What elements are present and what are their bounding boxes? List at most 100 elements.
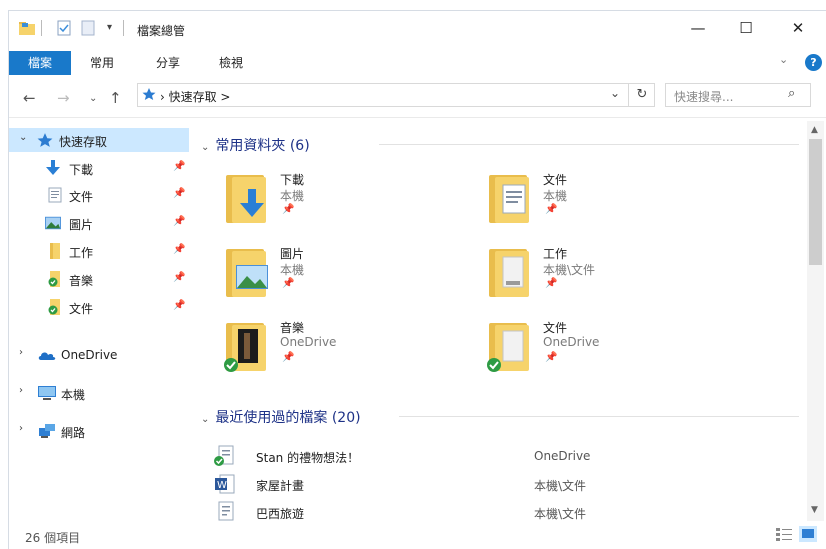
customize-toolbar-chevron-icon[interactable]: ▾ [107, 22, 112, 38]
folder-name: 音樂 [280, 321, 305, 335]
folder-icon [50, 243, 60, 259]
group-title: 常用資料夾 (6) [215, 138, 310, 154]
help-button[interactable]: ? [805, 54, 822, 71]
nav-item-onedrive[interactable]: › OneDrive [9, 343, 189, 367]
group-header-frequent[interactable]: ⌄ 常用資料夾 (6) [201, 135, 310, 155]
folder-tile-music[interactable]: 音樂 OneDrive 📌 [222, 319, 472, 385]
nav-item-onedrive-documents[interactable]: 文件 📌 [9, 295, 189, 319]
tab-view[interactable]: 檢視 [209, 51, 253, 75]
vertical-scrollbar[interactable]: ▲ ▼ [807, 121, 824, 521]
folder-location: 本機 [280, 263, 305, 277]
search-placeholder: 快速搜尋... [674, 90, 734, 104]
status-item-count: 26 個項目 [25, 531, 81, 545]
up-arrow-icon[interactable]: ↑ [109, 89, 122, 107]
refresh-icon[interactable]: ↻ [628, 84, 655, 106]
nav-item-downloads[interactable]: 下載 📌 [9, 156, 189, 180]
document-icon [218, 501, 234, 521]
expand-ribbon-chevron-icon[interactable]: ⌄ [779, 53, 788, 66]
ribbon-tabs: 檔案 常用 分享 檢視 ⌄ ? [9, 51, 826, 75]
pin-icon[interactable]: 📌 [173, 188, 185, 199]
search-box[interactable]: 快速搜尋... ⌕ [665, 83, 811, 107]
forward-arrow-icon[interactable]: → [57, 89, 70, 107]
pin-icon[interactable]: 📌 [173, 216, 185, 227]
file-location: 本機\文件 [534, 479, 587, 493]
onedrive-document-icon [214, 445, 234, 466]
pin-icon[interactable]: 📌 [173, 300, 185, 311]
pin-icon: 📌 [545, 204, 558, 215]
file-name: Stan 的禮物想法！ [256, 451, 360, 465]
nav-item-documents[interactable]: 文件 📌 [9, 183, 189, 207]
scrollbar-thumb[interactable] [809, 139, 822, 265]
folder-name: 文件 [543, 173, 568, 187]
collapse-chevron-icon[interactable]: ⌄ [201, 142, 209, 153]
nav-label: 網路 [61, 426, 86, 440]
minimize-button[interactable]: — [675, 11, 721, 45]
collapse-chevron-icon[interactable]: ⌄ [19, 132, 27, 143]
pictures-folder-icon [226, 249, 268, 297]
expand-chevron-icon[interactable]: › [19, 347, 23, 358]
folder-tile-pictures[interactable]: 圖片 本機 📌 [222, 245, 472, 311]
properties-icon[interactable] [57, 20, 71, 36]
scroll-up-arrow-icon[interactable]: ▲ [811, 125, 818, 135]
recent-file-row[interactable]: W 家屋計畫 本機\文件 [214, 471, 814, 495]
collapse-chevron-icon[interactable]: ⌄ [201, 414, 209, 425]
folder-name: 工作 [543, 247, 568, 261]
folder-tile-onedrive-documents[interactable]: 文件 OneDrive 📌 [485, 319, 735, 385]
file-name: 巴西旅遊 [256, 507, 305, 521]
expand-chevron-icon[interactable]: › [19, 423, 23, 434]
address-dropdown-chevron-icon[interactable]: ⌄ [610, 86, 620, 100]
search-icon[interactable]: ⌕ [788, 86, 795, 101]
folder-location: OneDrive [543, 335, 600, 349]
folder-location: 本機 [280, 189, 305, 203]
nav-item-music[interactable]: 音樂 📌 [9, 267, 189, 291]
title-bar: ▾ 檔案總管 — ☐ ✕ [9, 11, 826, 45]
scroll-down-arrow-icon[interactable]: ▼ [811, 505, 818, 515]
folder-tile-downloads[interactable]: 下載 本機 📌 [222, 171, 472, 237]
tab-home[interactable]: 常用 [80, 51, 124, 75]
close-button[interactable]: ✕ [775, 11, 821, 45]
pin-icon: 📌 [545, 278, 558, 289]
nav-item-network[interactable]: › 網路 [9, 419, 189, 443]
word-document-icon: W [215, 474, 235, 494]
folder-app-icon [19, 22, 35, 35]
nav-label: 快速存取 [59, 135, 108, 149]
folder-tile-documents[interactable]: 文件 本機 📌 [485, 171, 735, 237]
nav-item-quick-access[interactable]: ⌄ 快速存取 [9, 128, 189, 152]
downloads-folder-icon [226, 175, 266, 223]
folder-name: 文件 [543, 321, 568, 335]
onedrive-documents-folder-icon [487, 323, 529, 372]
pin-icon: 📌 [282, 204, 295, 215]
pin-icon[interactable]: 📌 [173, 244, 185, 255]
maximize-button[interactable]: ☐ [723, 11, 769, 45]
back-arrow-icon[interactable]: ← [23, 89, 36, 107]
pin-icon[interactable]: 📌 [173, 272, 185, 283]
music-folder-icon [48, 271, 60, 287]
large-icons-view-icon[interactable] [799, 526, 817, 542]
folder-tile-work[interactable]: 工作 本機\文件 📌 [485, 245, 735, 311]
work-folder-icon [489, 249, 529, 297]
group-header-recent[interactable]: ⌄ 最近使用過的檔案 (20) [201, 407, 361, 427]
onedrive-cloud-icon [38, 352, 56, 360]
folder-location: 本機\文件 [543, 263, 596, 277]
recent-file-row[interactable]: 巴西旅遊 本機\文件 [214, 499, 814, 523]
details-view-icon[interactable] [775, 526, 793, 542]
nav-item-this-pc[interactable]: › 本機 [9, 381, 189, 405]
tab-file[interactable]: 檔案 [9, 51, 71, 75]
network-icon [39, 424, 55, 438]
address-bar[interactable]: › 快速存取 > ⌄ ↻ [137, 83, 655, 107]
tab-share[interactable]: 分享 [146, 51, 190, 75]
group-divider [379, 144, 799, 145]
quick-access-star-icon [142, 88, 156, 100]
nav-label: 本機 [61, 388, 86, 402]
pin-icon[interactable]: 📌 [173, 161, 185, 172]
nav-item-pictures[interactable]: 圖片 📌 [9, 211, 189, 235]
new-folder-icon[interactable] [81, 20, 95, 36]
expand-chevron-icon[interactable]: › [19, 385, 23, 396]
separator [41, 20, 42, 36]
nav-item-work[interactable]: 工作 📌 [9, 239, 189, 263]
folder-location: OneDrive [280, 335, 337, 349]
recent-locations-chevron-icon[interactable]: ⌄ [89, 93, 97, 104]
recent-file-row[interactable]: Stan 的禮物想法！ OneDrive [214, 443, 814, 467]
nav-label: 圖片 [69, 218, 94, 232]
breadcrumb[interactable]: › 快速存取 > [160, 88, 230, 105]
